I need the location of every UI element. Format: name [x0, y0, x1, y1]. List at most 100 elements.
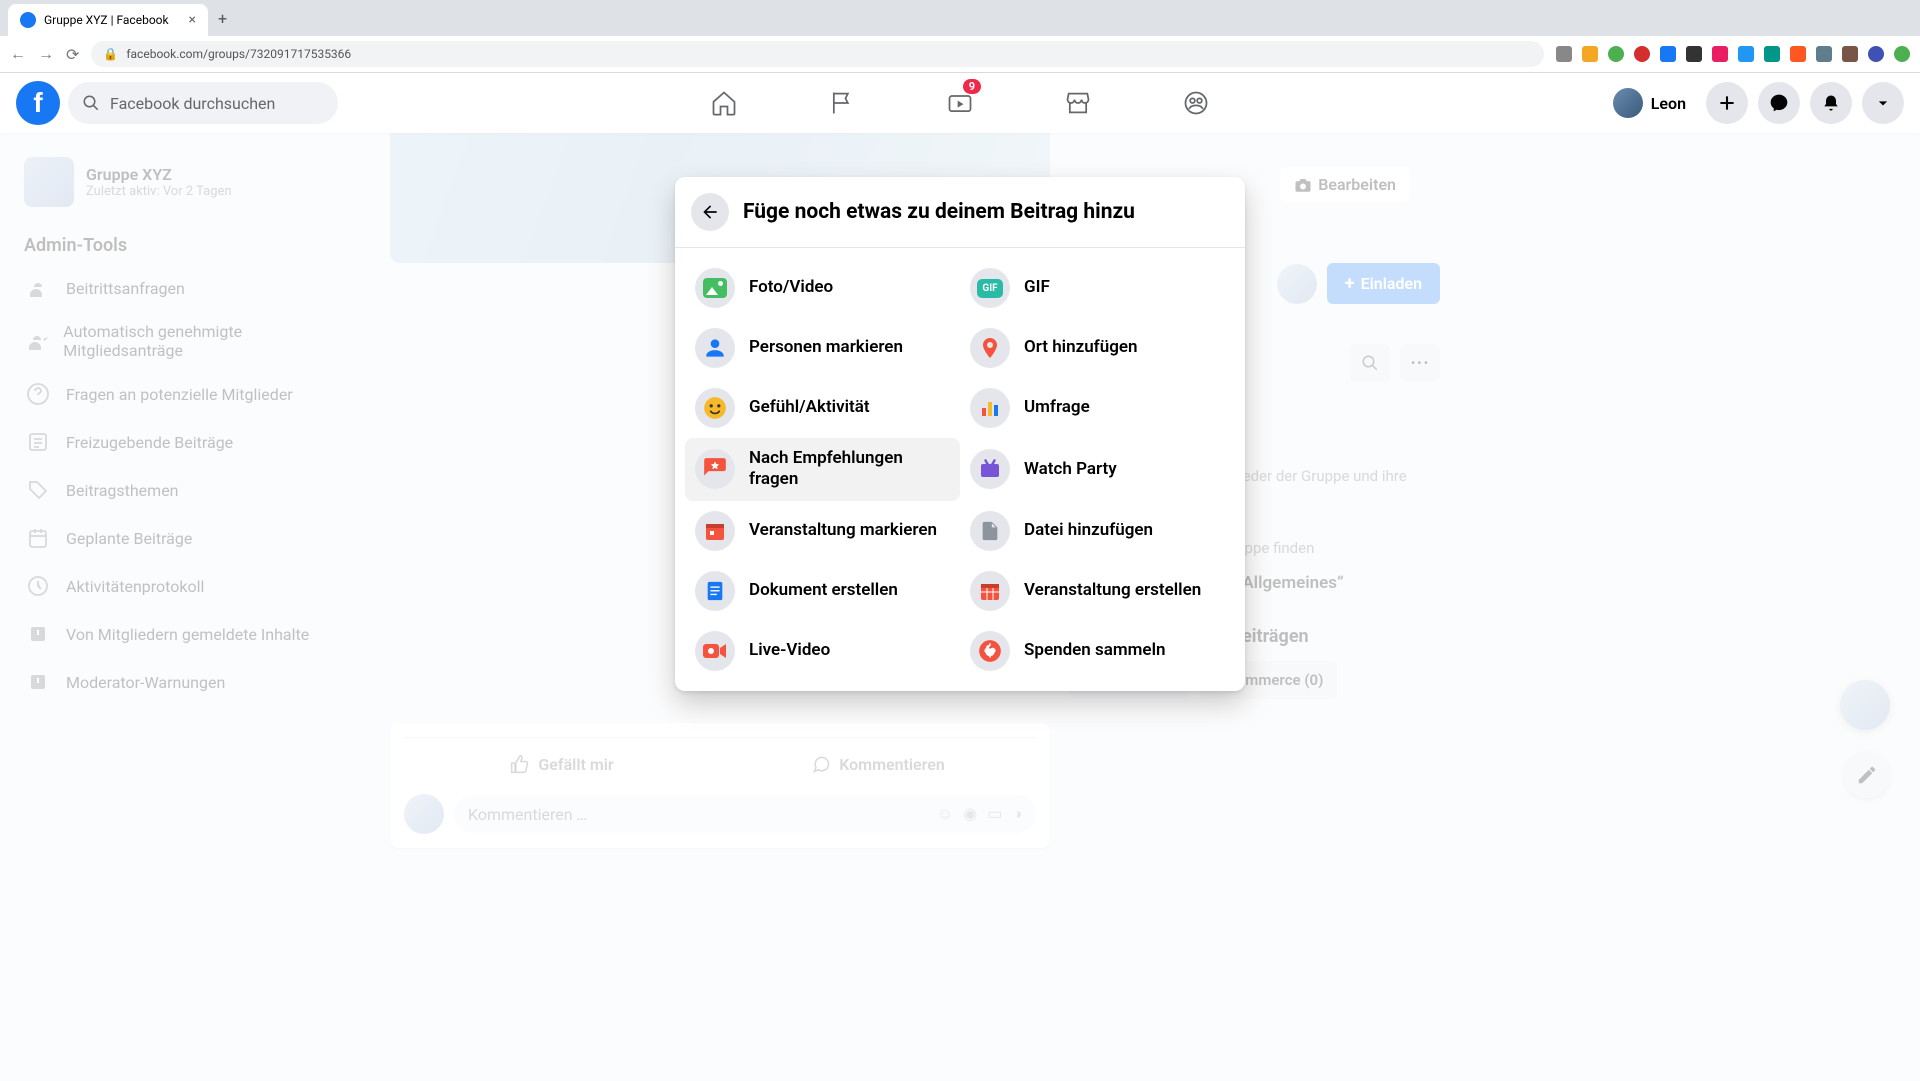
notifications-button[interactable] [1810, 82, 1852, 124]
option-live-video[interactable]: Live-Video [685, 621, 960, 681]
recommendations-icon [695, 449, 735, 489]
option-label: Live-Video [749, 640, 830, 661]
back-button[interactable] [691, 193, 729, 231]
extension-icon[interactable] [1816, 46, 1832, 62]
extension-icon[interactable] [1634, 46, 1650, 62]
poll-icon [970, 388, 1010, 428]
url-bar-row: ← → ⟳ 🔒 facebook.com/groups/732091717535… [0, 36, 1920, 72]
add-file-icon [970, 511, 1010, 551]
messenger-icon [1769, 93, 1789, 113]
extension-icon[interactable] [1764, 46, 1780, 62]
bell-icon [1821, 93, 1841, 113]
content-area: Gruppe XYZ Zuletzt aktiv: Vor 2 Tagen Ad… [0, 133, 1920, 1081]
gif-icon: GIF [970, 268, 1010, 308]
extension-icon[interactable] [1894, 46, 1910, 62]
reload-icon[interactable]: ⟳ [66, 45, 79, 64]
option-gif[interactable]: GIF GIF [960, 258, 1235, 318]
nav-home[interactable] [669, 75, 779, 131]
forward-arrow-icon[interactable]: → [38, 44, 54, 64]
search-input[interactable]: Facebook durchsuchen [68, 82, 338, 124]
extension-icon[interactable] [1582, 46, 1598, 62]
extension-icon[interactable] [1738, 46, 1754, 62]
messenger-button[interactable] [1758, 82, 1800, 124]
create-doc-icon [695, 571, 735, 611]
groups-icon [1182, 89, 1210, 117]
option-recommendations[interactable]: Nach Empfehlungen fragen [685, 438, 960, 501]
option-label: Dokument erstellen [749, 580, 898, 601]
new-tab-button[interactable]: + [208, 9, 237, 28]
header-right: Leon [1609, 82, 1904, 124]
option-label: Foto/Video [749, 277, 833, 298]
option-label: Veranstaltung markieren [749, 520, 937, 541]
close-tab-icon[interactable]: × [189, 12, 196, 28]
chevron-down-icon [1873, 93, 1893, 113]
user-name: Leon [1651, 94, 1686, 113]
option-feeling[interactable]: Gefühl/Aktivität [685, 378, 960, 438]
back-arrow-icon[interactable]: ← [10, 44, 26, 64]
search-placeholder: Facebook durchsuchen [110, 94, 275, 113]
create-button[interactable] [1706, 82, 1748, 124]
facebook-logo[interactable]: f [16, 81, 60, 125]
option-add-file[interactable]: Datei hinzufügen [960, 501, 1235, 561]
options-grid: Foto/Video GIF GIF Personen markieren Ort hi… [675, 248, 1245, 691]
tab-title: Gruppe XYZ | Facebook [44, 13, 169, 27]
tab-bar: Gruppe XYZ | Facebook × + [0, 0, 1920, 36]
modal-header: Füge noch etwas zu deinem Beitrag hinzu [675, 177, 1245, 248]
option-label: Umfrage [1024, 397, 1090, 418]
extension-icon[interactable] [1712, 46, 1728, 62]
extension-icon[interactable] [1556, 46, 1572, 62]
option-watch-party[interactable]: Watch Party [960, 438, 1235, 501]
flag-icon [828, 89, 856, 117]
option-label: Datei hinzufügen [1024, 520, 1153, 541]
option-photo-video[interactable]: Foto/Video [685, 258, 960, 318]
avatar [1613, 88, 1643, 118]
extension-icon[interactable] [1660, 46, 1676, 62]
extension-icon[interactable] [1842, 46, 1858, 62]
nav-pages[interactable] [787, 75, 897, 131]
plus-icon [1717, 93, 1737, 113]
nav-groups[interactable] [1141, 75, 1251, 131]
option-label: GIF [1024, 277, 1050, 298]
nav-watch[interactable]: 9 [905, 75, 1015, 131]
option-label: Personen markieren [749, 337, 903, 358]
extension-icon[interactable] [1608, 46, 1624, 62]
option-create-doc[interactable]: Dokument erstellen [685, 561, 960, 621]
arrow-left-icon [700, 202, 720, 222]
feeling-icon [695, 388, 735, 428]
option-fundraiser[interactable]: Spenden sammeln [960, 621, 1235, 681]
option-label: Nach Empfehlungen fragen [749, 448, 950, 491]
marketplace-icon [1064, 89, 1092, 117]
option-poll[interactable]: Umfrage [960, 378, 1235, 438]
page: f Facebook durchsuchen 9 Leon [0, 73, 1920, 1081]
extension-icon[interactable] [1868, 46, 1884, 62]
url-input[interactable]: 🔒 facebook.com/groups/732091717535366 [91, 41, 1544, 67]
watch-party-icon [970, 449, 1010, 489]
option-label: Ort hinzufügen [1024, 337, 1138, 358]
search-icon [82, 94, 100, 112]
option-tag-event[interactable]: Veranstaltung markieren [685, 501, 960, 561]
account-menu-button[interactable] [1862, 82, 1904, 124]
notification-badge: 9 [963, 79, 981, 94]
fundraiser-icon [970, 631, 1010, 671]
browser-chrome: Gruppe XYZ | Facebook × + ← → ⟳ 🔒 facebo… [0, 0, 1920, 73]
extension-icon[interactable] [1790, 46, 1806, 62]
browser-tab[interactable]: Gruppe XYZ | Facebook × [8, 4, 208, 36]
location-icon [970, 328, 1010, 368]
home-icon [710, 89, 738, 117]
live-video-icon [695, 631, 735, 671]
profile-chip[interactable]: Leon [1609, 84, 1696, 122]
option-location[interactable]: Ort hinzufügen [960, 318, 1235, 378]
extension-icon[interactable] [1686, 46, 1702, 62]
option-create-event[interactable]: Veranstaltung erstellen [960, 561, 1235, 621]
lock-icon: 🔒 [103, 47, 118, 61]
facebook-favicon [20, 12, 36, 28]
center-nav: 9 [669, 75, 1251, 131]
url-text: facebook.com/groups/732091717535366 [126, 47, 351, 61]
facebook-header: f Facebook durchsuchen 9 Leon [0, 73, 1920, 133]
option-label: Spenden sammeln [1024, 640, 1166, 661]
option-tag-people[interactable]: Personen markieren [685, 318, 960, 378]
tag-event-icon [695, 511, 735, 551]
extension-icons [1556, 46, 1910, 62]
nav-marketplace[interactable] [1023, 75, 1133, 131]
tag-people-icon [695, 328, 735, 368]
